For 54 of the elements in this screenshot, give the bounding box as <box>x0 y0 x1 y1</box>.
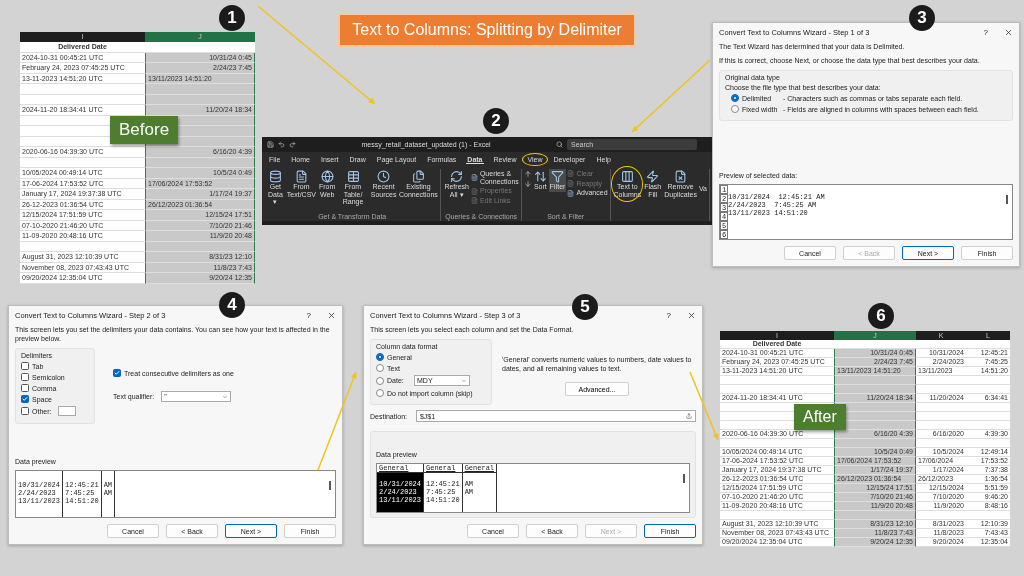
arrow <box>689 371 719 441</box>
sort-ascending-icon[interactable] <box>523 170 532 178</box>
checkbox[interactable] <box>21 384 29 393</box>
checkbox[interactable] <box>113 369 121 378</box>
checkbox[interactable] <box>21 407 29 416</box>
table-icon <box>346 170 360 183</box>
document-icon <box>470 174 478 182</box>
save-icon[interactable] <box>267 141 274 148</box>
step-number: 1 <box>219 5 245 31</box>
input-field[interactable] <box>58 406 77 417</box>
checkbox[interactable] <box>21 373 29 382</box>
close-icon[interactable] <box>1004 28 1013 37</box>
radio-button[interactable] <box>376 376 384 385</box>
step-number: 4 <box>219 292 245 318</box>
remove-icon <box>674 170 688 183</box>
title-banner: Text to Columns: Splitting by Delimiter <box>338 13 636 47</box>
sort-descending-icon[interactable] <box>523 180 532 188</box>
globe-icon <box>320 170 334 183</box>
radio-button[interactable] <box>731 105 739 114</box>
document-icon <box>567 170 575 178</box>
redo-icon[interactable] <box>289 141 296 148</box>
checkbox[interactable] <box>21 395 29 404</box>
undo-icon[interactable] <box>278 141 285 148</box>
document-icon <box>470 197 478 205</box>
filter-icon <box>551 170 565 183</box>
radio-button[interactable] <box>376 364 384 373</box>
columns-icon <box>620 170 634 183</box>
database-icon <box>268 170 282 183</box>
lightning-icon <box>646 170 660 183</box>
files-icon <box>411 170 425 183</box>
step-number: 6 <box>868 303 894 329</box>
radio-button[interactable] <box>376 353 384 362</box>
search-icon <box>556 141 563 148</box>
sheet-label: After <box>794 404 846 430</box>
help-button[interactable]: ? <box>306 311 311 320</box>
clock-icon <box>377 170 391 183</box>
help-button[interactable]: ? <box>666 311 671 320</box>
step-number: 5 <box>572 294 598 320</box>
close-icon[interactable] <box>687 311 696 320</box>
document-icon <box>294 170 308 183</box>
radio-button[interactable] <box>731 94 739 103</box>
help-button[interactable]: ? <box>983 28 988 37</box>
step-number: 2 <box>483 108 509 134</box>
sort-icon <box>533 170 547 183</box>
upload-icon[interactable] <box>686 413 692 420</box>
caret-icon <box>222 393 229 400</box>
refresh-icon <box>450 170 464 183</box>
checkbox[interactable] <box>21 362 29 371</box>
step-number: 3 <box>909 5 935 31</box>
close-icon[interactable] <box>327 311 336 320</box>
caret-icon <box>461 377 467 384</box>
radio-button[interactable] <box>376 389 384 398</box>
document-icon <box>470 187 478 195</box>
sheet-label: Before <box>110 116 179 144</box>
